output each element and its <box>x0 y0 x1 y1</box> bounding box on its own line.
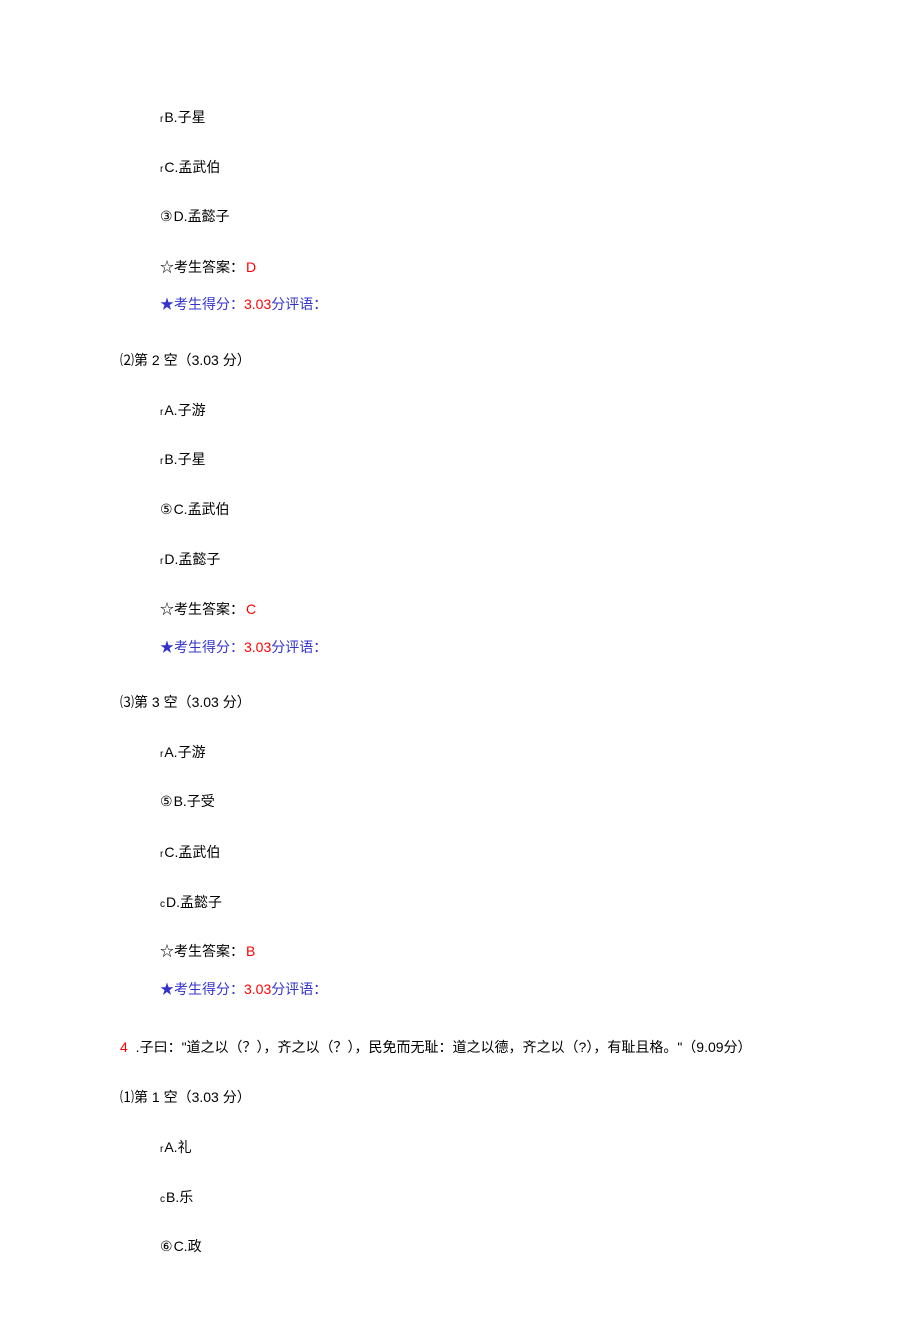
option-label: C.孟武伯 <box>174 501 230 517</box>
option-item: ⑥C.政 <box>120 1237 800 1258</box>
score-suffix: 分评语： <box>271 981 327 997</box>
option-item: rC.孟武伯 <box>120 843 800 863</box>
score-value: 3.03 <box>244 981 271 997</box>
option-item: rB.子星 <box>120 108 800 128</box>
option-marker: r <box>160 114 163 125</box>
option-marker: r <box>160 407 163 418</box>
option-item: rB.子星 <box>120 450 800 470</box>
option-item: rA.子游 <box>120 743 800 763</box>
score-line: ★考生得分：3.03分评语： <box>120 638 800 658</box>
score-value: 3.03 <box>244 296 271 312</box>
option-marker: c <box>160 1194 165 1205</box>
option-label: B.子星 <box>164 451 205 467</box>
question-number: 4 <box>120 1039 128 1055</box>
option-marker: r <box>160 556 163 567</box>
score-prefix: ★考生得分： <box>160 639 244 655</box>
score-line: ★考生得分：3.03分评语： <box>120 980 800 1000</box>
option-label: C.孟武伯 <box>164 844 220 860</box>
answer-line: ☆考生答案：C <box>120 600 800 620</box>
answer-line: ☆考生答案：D <box>120 258 800 278</box>
option-marker: ⑤ <box>160 503 173 518</box>
option-marker: ⑥ <box>160 1240 173 1255</box>
option-label: B.子受 <box>174 793 215 809</box>
sub-question-heading: ⑶第 3 空（3.03 分） <box>120 693 800 713</box>
option-item: ⑤C.孟武伯 <box>120 500 800 521</box>
option-item: cB.乐 <box>120 1188 800 1208</box>
option-label: C.孟武伯 <box>164 159 220 175</box>
option-marker: c <box>160 899 165 910</box>
page-content: rB.子星 rC.孟武伯 ③D.孟懿子 ☆考生答案：D ★考生得分：3.03分评… <box>0 0 920 1318</box>
option-label: D.孟懿子 <box>174 208 230 224</box>
option-label: A.子游 <box>164 402 205 418</box>
sub-question-heading: ⑴第 1 空（3.03 分） <box>120 1088 800 1108</box>
option-label: B.子星 <box>164 109 205 125</box>
option-label: D.孟懿子 <box>166 894 222 910</box>
option-item: cD.孟懿子 <box>120 893 800 913</box>
question-stem: 4 .子曰："道之以（？），齐之以（？），民免而无耻：道之以德，齐之以（?），有… <box>120 1035 800 1060</box>
score-suffix: 分评语： <box>271 639 327 655</box>
option-label: C.政 <box>174 1238 202 1254</box>
option-item: rA.礼 <box>120 1138 800 1158</box>
option-item: rC.孟武伯 <box>120 158 800 178</box>
option-label: D.孟懿子 <box>164 551 220 567</box>
answer-prefix: ☆考生答案： <box>160 601 244 617</box>
option-marker: r <box>160 749 163 760</box>
score-value: 3.03 <box>244 639 271 655</box>
option-item: rA.子游 <box>120 401 800 421</box>
score-line: ★考生得分：3.03分评语： <box>120 295 800 315</box>
option-label: B.乐 <box>166 1189 193 1205</box>
option-item: ⑤B.子受 <box>120 792 800 813</box>
answer-value: B <box>246 943 255 959</box>
score-prefix: ★考生得分： <box>160 981 244 997</box>
option-label: A.礼 <box>164 1139 191 1155</box>
sub-question-heading: ⑵第 2 空（3.03 分） <box>120 351 800 371</box>
option-marker: r <box>160 1144 163 1155</box>
option-marker: r <box>160 849 163 860</box>
option-marker: ③ <box>160 210 173 225</box>
score-suffix: 分评语： <box>271 296 327 312</box>
option-marker: r <box>160 456 163 467</box>
option-label: A.子游 <box>164 744 205 760</box>
answer-prefix: ☆考生答案： <box>160 943 244 959</box>
answer-value: D <box>246 259 256 275</box>
answer-line: ☆考生答案：B <box>120 942 800 962</box>
option-item: rD.孟懿子 <box>120 550 800 570</box>
answer-prefix: ☆考生答案： <box>160 259 244 275</box>
option-marker: ⑤ <box>160 795 173 810</box>
answer-value: C <box>246 601 256 617</box>
score-prefix: ★考生得分： <box>160 296 244 312</box>
option-marker: r <box>160 164 163 175</box>
question-text: .子曰："道之以（？），齐之以（？），民免而无耻：道之以德，齐之以（?），有耻且… <box>132 1039 752 1055</box>
option-item: ③D.孟懿子 <box>120 207 800 228</box>
